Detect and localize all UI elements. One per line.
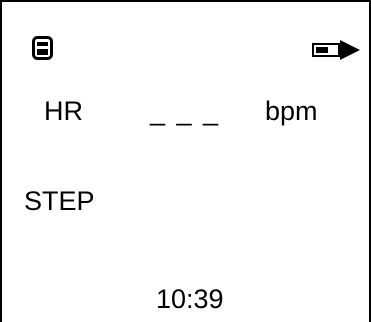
- step-label: STEP: [24, 186, 95, 216]
- device-icon: [32, 36, 53, 60]
- device-screen: HR _ _ _ bpm STEP 10:39: [0, 0, 371, 322]
- heart-rate-value: _ _ _: [150, 96, 221, 126]
- clock-time: 10:39: [156, 284, 224, 314]
- battery-level-fill: [316, 47, 328, 53]
- heart-rate-unit: bpm: [265, 96, 318, 126]
- heart-rate-label: HR: [44, 96, 83, 126]
- battery-icon: [312, 40, 360, 60]
